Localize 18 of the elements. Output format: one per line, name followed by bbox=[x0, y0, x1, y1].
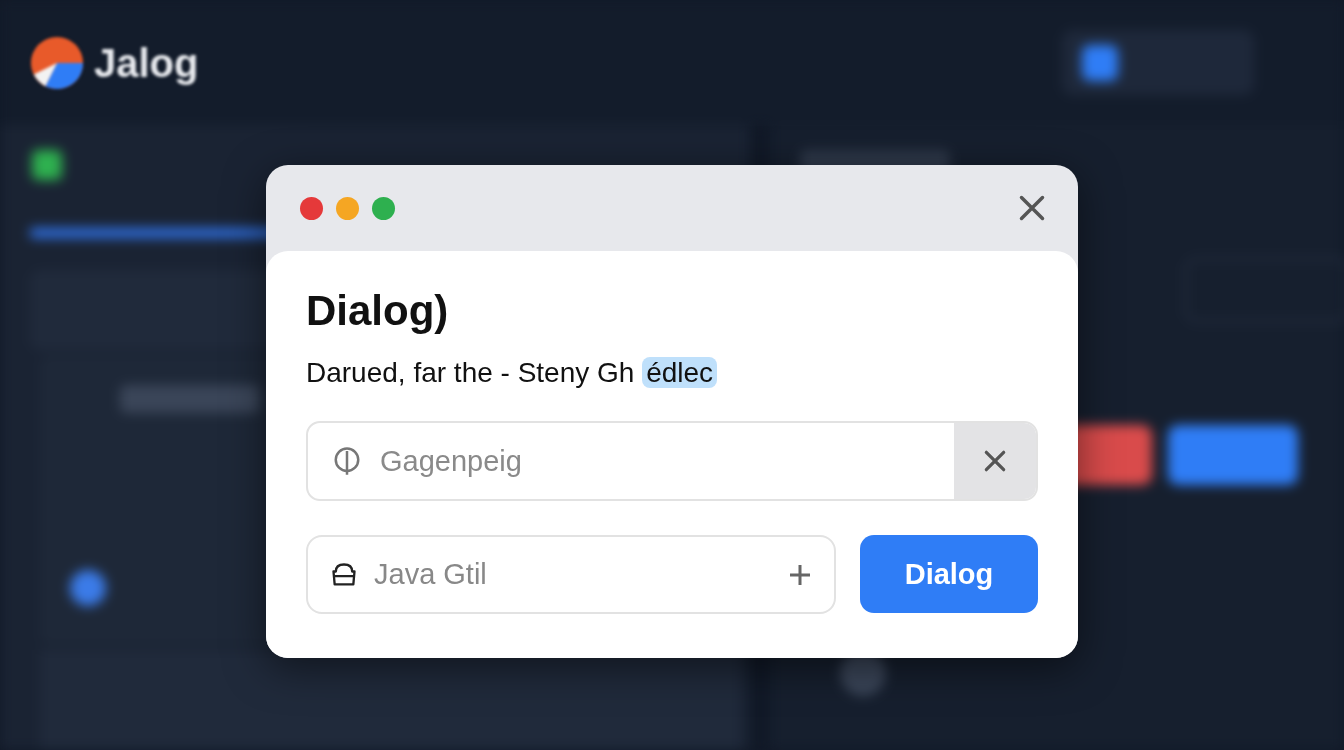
text-input[interactable]: Java Gtil bbox=[372, 557, 788, 592]
search-field[interactable]: Gagenpeig bbox=[306, 421, 1038, 501]
dialog-subtitle: Darued, far the - Steny Gh édlec bbox=[306, 357, 1038, 389]
dialog-title: Dialog) bbox=[306, 287, 450, 335]
bag-icon bbox=[330, 560, 358, 589]
window-control-dot[interactable] bbox=[300, 196, 323, 220]
search-icon bbox=[332, 446, 362, 476]
input-field[interactable]: Java Gtil bbox=[306, 535, 836, 614]
dialog-button[interactable]: Dialog bbox=[860, 535, 1038, 613]
search-input[interactable]: Gagenpeig bbox=[378, 443, 954, 479]
app-logo-text: Jalog bbox=[94, 40, 199, 86]
clear-button[interactable] bbox=[954, 423, 1036, 499]
close-icon bbox=[982, 448, 1008, 474]
window-control-dot[interactable] bbox=[372, 196, 395, 220]
plus-icon[interactable] bbox=[788, 562, 812, 587]
logo-icon bbox=[28, 34, 86, 92]
close-icon[interactable] bbox=[1018, 194, 1046, 222]
window-control-dot[interactable] bbox=[336, 196, 359, 220]
